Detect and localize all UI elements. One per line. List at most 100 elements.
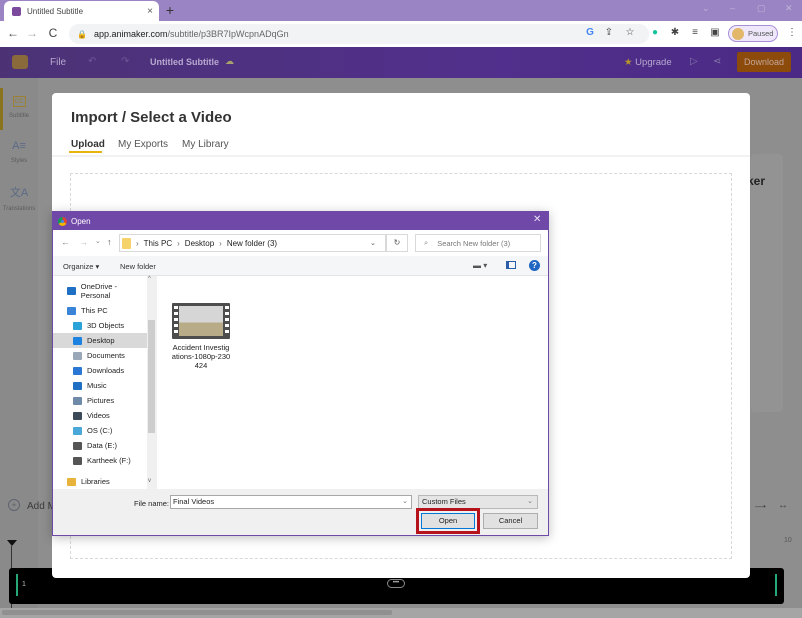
nav-item[interactable]: Kartheek (F:) [53,453,147,468]
cancel-button[interactable]: Cancel [483,513,538,529]
breadcrumb-new-folder[interactable]: New folder (3) [227,239,277,248]
styles-icon: A≡ [12,140,26,152]
search-icon: ⌕ [424,238,429,247]
forward-icon[interactable]: → [79,237,88,247]
scroll-down-icon[interactable]: v [148,478,151,484]
back-icon[interactable]: ← [61,237,70,247]
redo-icon[interactable]: ↷ [121,56,129,67]
nav-item[interactable]: Data (E:) [53,438,147,453]
side-panel-icon[interactable]: ▣ [708,27,722,38]
scrollbar-thumb[interactable] [2,610,392,615]
nav-item[interactable]: Downloads [53,363,147,378]
scrollbar-thumb[interactable] [148,320,155,433]
nav-item[interactable]: Videos [53,408,147,423]
path-breadcrumb[interactable]: › This PC › Desktop › New folder (3) [119,234,386,252]
profile-button[interactable]: Paused [728,25,778,42]
chevron-down-icon[interactable]: ⌄ [402,496,408,508]
preview-pane-icon[interactable] [506,261,516,269]
breadcrumb-desktop[interactable]: Desktop [185,239,214,248]
up-folder-icon[interactable]: ↑ [107,237,112,247]
tab-upload[interactable]: Upload [71,139,105,150]
nav-item-label: 3D Objects [87,321,125,330]
new-tab-button[interactable]: + [162,2,178,18]
help-icon[interactable]: ? [529,260,540,271]
share-page-icon[interactable]: ⇪ [602,27,616,38]
add-icon[interactable]: + [8,499,20,511]
chrome-icon [58,216,67,226]
file-menu[interactable]: File [50,57,66,68]
nav-item[interactable]: Desktop [53,333,147,348]
forward-button[interactable]: → [22,26,42,40]
tab-my-exports[interactable]: My Exports [118,139,168,150]
breadcrumb-separator: › [177,238,180,248]
organize-menu[interactable]: Organize ▾ [63,262,99,271]
share-icon[interactable]: ⋖ [713,56,721,67]
nav-item[interactable]: Pictures [53,393,147,408]
tab-my-library[interactable]: My Library [182,139,229,150]
nav-item[interactable]: This PC [53,303,147,318]
track-resize-grip[interactable]: ••• [387,579,405,588]
reading-list-icon[interactable]: ≡ [688,27,702,38]
bookmark-star-icon[interactable]: ☆ [623,27,637,38]
nav-item-label: OneDrive - Personal [80,281,118,300]
nav-item[interactable]: Libraries [53,474,147,489]
nav-item[interactable]: 3D Objects [53,318,147,333]
nav-item[interactable]: Documents [53,348,147,363]
breadcrumb-separator: › [219,238,222,248]
download-button[interactable]: Download [737,52,791,72]
sidebar-item-styles[interactable]: A≡ Styles [0,140,38,164]
file-type-select[interactable]: Custom Files ⌄ [418,495,538,509]
tab-search-icon[interactable]: ⌄ [702,3,710,14]
avatar [732,27,744,40]
reload-button[interactable]: C [43,26,63,40]
preview-play-icon[interactable]: ▷ [690,56,698,67]
path-dropdown-icon[interactable]: ⌄ [370,239,376,247]
sidebar-item-subtitle[interactable]: CC Subtitle [0,96,38,119]
chrome-menu-icon[interactable]: ⋮ [785,27,799,38]
scroll-up-icon[interactable]: ^ [148,276,151,282]
nav-item-icon [73,441,82,450]
breadcrumb-this-pc[interactable]: This PC [144,239,172,248]
refresh-button[interactable]: ↻ [386,234,408,252]
horizontal-scrollbar[interactable] [0,608,802,618]
tab-close-icon[interactable]: × [147,6,153,17]
extensions-puzzle-icon[interactable]: ✱ [668,27,682,38]
nav-pane-scrollbar[interactable]: ^ v [147,276,156,489]
dialog-close-button[interactable]: ✕ [533,214,541,225]
address-bar[interactable]: 🔒 app.animaker.com/subtitle/p3BR7IpWcpnA… [69,24,649,44]
cloud-saved-icon: ☁ [225,56,234,66]
nav-item-label: OS (C:) [87,426,113,435]
fit-timeline-icon[interactable]: ↔ [778,500,788,511]
nav-item-label: Documents [87,351,125,360]
undo-icon[interactable]: ↶ [88,56,96,67]
nav-item[interactable]: Music [53,378,147,393]
sidebar-item-translations[interactable]: 文A Translations [0,184,38,212]
grammarly-extension-icon[interactable]: ● [648,27,662,38]
browser-tab[interactable]: Untitled Subtitle × [4,1,159,21]
track-left-handle[interactable] [16,574,18,596]
new-folder-button[interactable]: New folder [120,262,156,271]
playhead-handle[interactable] [7,540,17,546]
animaker-logo-icon[interactable] [12,55,28,69]
search-input[interactable]: ⌕ Search New folder (3) [415,234,541,252]
back-button[interactable]: ← [3,26,23,40]
dialog-title-bar[interactable]: Open [53,212,548,230]
project-title[interactable]: Untitled Subtitle [150,57,219,67]
file-name-input[interactable]: Final Videos ⌄ [170,495,412,509]
active-tab-underline [69,151,102,153]
open-button[interactable]: Open [421,513,475,529]
track-right-handle[interactable] [775,574,777,596]
timeline-tick-label: 10 [784,537,792,544]
minimize-button[interactable]: – [730,3,735,13]
upgrade-button[interactable]: ★ Upgrade [624,57,672,68]
change-view-icon[interactable]: ▬ ▾ [473,261,487,270]
maximize-button[interactable]: ▢ [757,3,766,14]
window-close-button[interactable]: ✕ [785,3,793,14]
dialog-title: Open [71,216,91,226]
google-lens-icon[interactable]: G [583,27,597,38]
nav-item[interactable]: OS (C:) [53,423,147,438]
recent-locations-icon[interactable]: ⌄ [95,237,101,245]
nav-item[interactable]: OneDrive - Personal [53,281,147,300]
zoom-slider-icon[interactable]: —• [755,502,766,511]
file-item[interactable]: Accident Investigations-1080p-230424 [171,303,231,370]
